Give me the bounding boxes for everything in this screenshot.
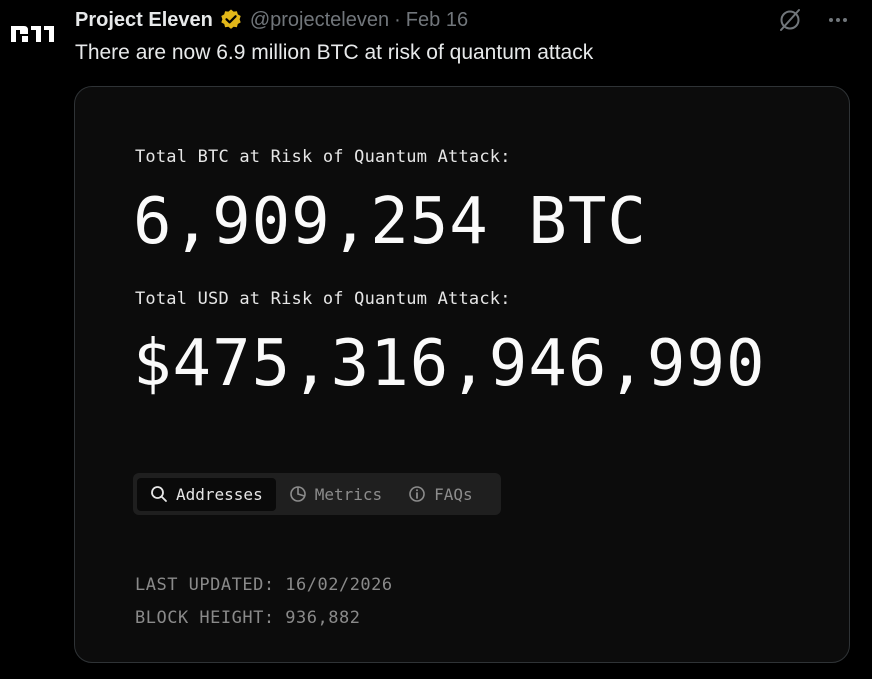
last-updated: LAST UPDATED: 16/02/2026 [135,575,393,595]
tweet-header: Project Eleven @projecteleven · Feb 16 [75,6,468,34]
tab-metrics[interactable]: Metrics [276,478,395,511]
tweet-text: There are now 6.9 million BTC at risk of… [75,41,594,64]
author-handle[interactable]: @projecteleven [250,6,389,34]
separator-dot: · [394,9,401,31]
tab-label: Metrics [314,484,383,504]
tweet-date[interactable]: Feb 16 [406,6,468,34]
embedded-card[interactable]: Total BTC at Risk of Quantum Attack: 6,9… [74,86,850,663]
pie-chart-icon [289,486,306,502]
tweet-actions-top [776,6,852,34]
more-icon[interactable] [824,6,852,34]
tab-label: Addresses [176,484,263,504]
tab-faqs[interactable]: FAQs [395,478,486,511]
btc-risk-label: Total BTC at Risk of Quantum Attack: [135,147,511,167]
btc-risk-value: 6,909,254 BTC [133,185,647,259]
usd-risk-value: $475,316,946,990 [133,327,766,401]
verified-badge-icon[interactable] [219,8,243,32]
info-icon [409,486,425,502]
author-name[interactable]: Project Eleven [75,6,213,34]
card-tabs: Addresses Metrics FAQs [133,473,501,515]
tab-label: FAQs [434,484,473,504]
usd-risk-label: Total USD at Risk of Quantum Attack: [135,289,511,309]
avatar[interactable] [0,0,62,62]
tab-addresses[interactable]: Addresses [137,477,276,511]
search-icon [151,486,167,502]
project-eleven-logo [11,26,54,42]
grok-icon[interactable] [776,6,804,34]
block-height: BLOCK HEIGHT: 936,882 [135,608,361,628]
